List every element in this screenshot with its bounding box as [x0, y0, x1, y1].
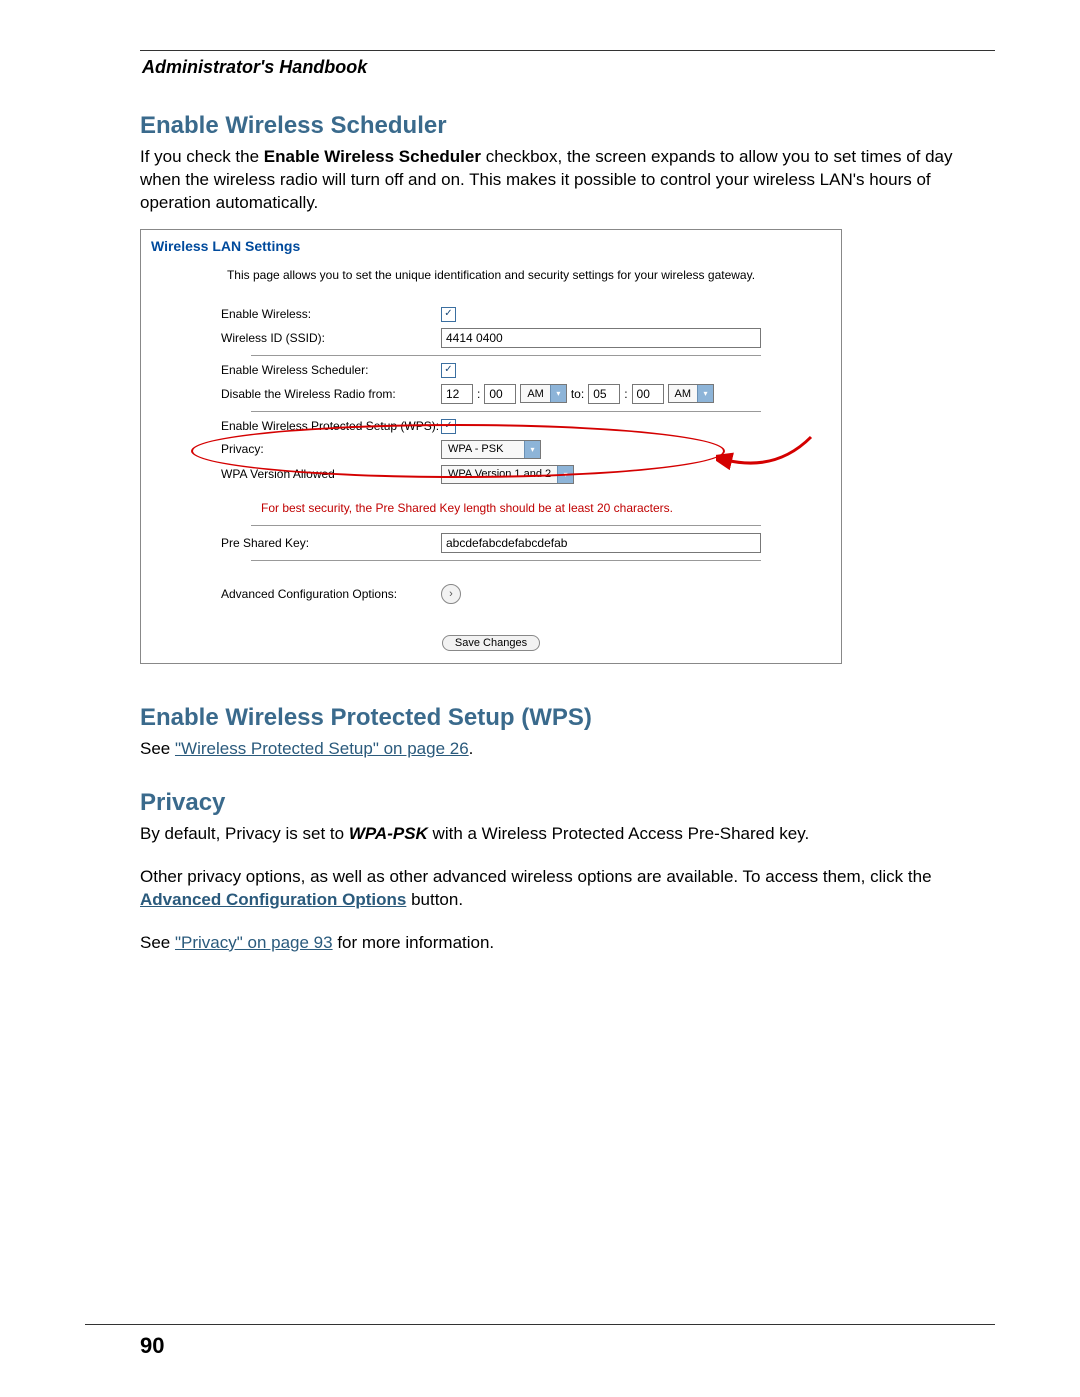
privacy-page-link[interactable]: "Privacy" on page 93 — [175, 933, 333, 952]
text: See — [140, 739, 175, 758]
divider — [251, 355, 761, 356]
row-enable-wps: Enable Wireless Protected Setup (WPS): ✓ — [181, 416, 801, 437]
text: Other privacy options, as well as other … — [140, 867, 932, 886]
row-psk: Pre Shared Key: — [181, 530, 801, 556]
top-rule — [140, 50, 995, 51]
chevron-down-icon: ▾ — [557, 466, 573, 483]
divider — [251, 411, 761, 412]
time-from-ampm-select[interactable]: AM ▾ — [520, 384, 567, 403]
document-page: Administrator's Handbook Enable Wireless… — [0, 0, 1080, 1397]
privacy-select[interactable]: WPA - PSK ▾ — [441, 440, 541, 459]
time-to-min-input[interactable] — [632, 384, 664, 404]
text: By default, Privacy is set to — [140, 824, 349, 843]
chevron-down-icon: ▾ — [697, 385, 713, 402]
time-to-hour-input[interactable] — [588, 384, 620, 404]
select-value: WPA Version 1 and 2 — [442, 466, 557, 483]
psk-input[interactable] — [441, 533, 761, 553]
wps-paragraph: See "Wireless Protected Setup" on page 2… — [140, 738, 995, 761]
wps-link[interactable]: "Wireless Protected Setup" on page 26 — [175, 739, 469, 758]
enable-scheduler-checkbox[interactable]: ✓ — [441, 363, 456, 378]
row-wpa-version: WPA Version Allowed WPA Version 1 and 2 … — [181, 462, 801, 487]
time-to-ampm-select[interactable]: AM ▾ — [668, 384, 715, 403]
label: Enable Wireless: — [181, 307, 441, 321]
row-ssid: Wireless ID (SSID): — [181, 325, 801, 351]
enable-wireless-checkbox[interactable]: ✓ — [441, 307, 456, 322]
bold-italic-text: WPA-PSK — [349, 824, 428, 843]
adv-config-link[interactable]: Advanced Configuration Options — [140, 890, 406, 909]
select-value: AM — [669, 385, 698, 402]
select-value: AM — [521, 385, 550, 402]
advanced-options-button[interactable]: › — [441, 584, 461, 604]
enable-wps-checkbox[interactable]: ✓ — [441, 419, 456, 434]
page-number: 90 — [85, 1333, 995, 1359]
privacy-p2: Other privacy options, as well as other … — [140, 866, 995, 912]
row-disable-radio: Disable the Wireless Radio from: : AM ▾ … — [181, 381, 801, 407]
text: If you check the — [140, 147, 264, 166]
arrow-right-icon: › — [449, 588, 453, 600]
bold-text: Enable Wireless Scheduler — [264, 147, 481, 166]
label: Privacy: — [181, 442, 441, 456]
row-advanced: Advanced Configuration Options: › — [181, 581, 801, 607]
save-row: Save Changes — [181, 635, 801, 651]
row-enable-scheduler: Enable Wireless Scheduler: ✓ — [181, 360, 801, 381]
scheduler-paragraph: If you check the Enable Wireless Schedul… — [140, 146, 995, 215]
settings-panel: Wireless LAN Settings This page allows y… — [140, 229, 842, 664]
text: button. — [406, 890, 463, 909]
row-enable-wireless: Enable Wireless: ✓ — [181, 304, 801, 325]
label: Enable Wireless Scheduler: — [181, 363, 441, 377]
panel-description: This page allows you to set the unique i… — [141, 260, 841, 304]
to-label: to: — [571, 387, 584, 401]
label: WPA Version Allowed — [181, 467, 441, 481]
footer-rule — [85, 1324, 995, 1325]
text: See — [140, 933, 175, 952]
form-area: Enable Wireless: ✓ Wireless ID (SSID): E… — [141, 304, 841, 651]
privacy-p1: By default, Privacy is set to WPA-PSK wi… — [140, 823, 995, 846]
label: Enable Wireless Protected Setup (WPS): — [181, 419, 441, 433]
select-value: WPA - PSK — [442, 441, 524, 458]
colon: : — [477, 387, 480, 401]
divider — [251, 525, 761, 526]
panel-title: Wireless LAN Settings — [141, 230, 841, 260]
label: Advanced Configuration Options: — [181, 587, 441, 601]
row-privacy: Privacy: WPA - PSK ▾ — [181, 437, 801, 462]
time-from-min-input[interactable] — [484, 384, 516, 404]
label: Disable the Wireless Radio from: — [181, 387, 441, 401]
time-from-hour-input[interactable] — [441, 384, 473, 404]
text: . — [469, 739, 474, 758]
ssid-input[interactable] — [441, 328, 761, 348]
running-header: Administrator's Handbook — [142, 57, 995, 78]
wpa-version-select[interactable]: WPA Version 1 and 2 ▾ — [441, 465, 574, 484]
psk-warning: For best security, the Pre Shared Key le… — [181, 487, 801, 521]
heading-scheduler: Enable Wireless Scheduler — [140, 112, 995, 140]
privacy-p3: See "Privacy" on page 93 for more inform… — [140, 932, 995, 955]
heading-privacy: Privacy — [140, 789, 995, 817]
label: Wireless ID (SSID): — [181, 331, 441, 345]
page-footer: 90 — [85, 1324, 995, 1359]
text: for more information. — [333, 933, 495, 952]
chevron-down-icon: ▾ — [550, 385, 566, 402]
divider — [251, 560, 761, 561]
save-changes-button[interactable]: Save Changes — [442, 635, 540, 651]
label: Pre Shared Key: — [181, 536, 441, 550]
chevron-down-icon: ▾ — [524, 441, 540, 458]
colon: : — [624, 387, 627, 401]
heading-wps: Enable Wireless Protected Setup (WPS) — [140, 704, 995, 732]
text: with a Wireless Protected Access Pre-Sha… — [428, 824, 809, 843]
